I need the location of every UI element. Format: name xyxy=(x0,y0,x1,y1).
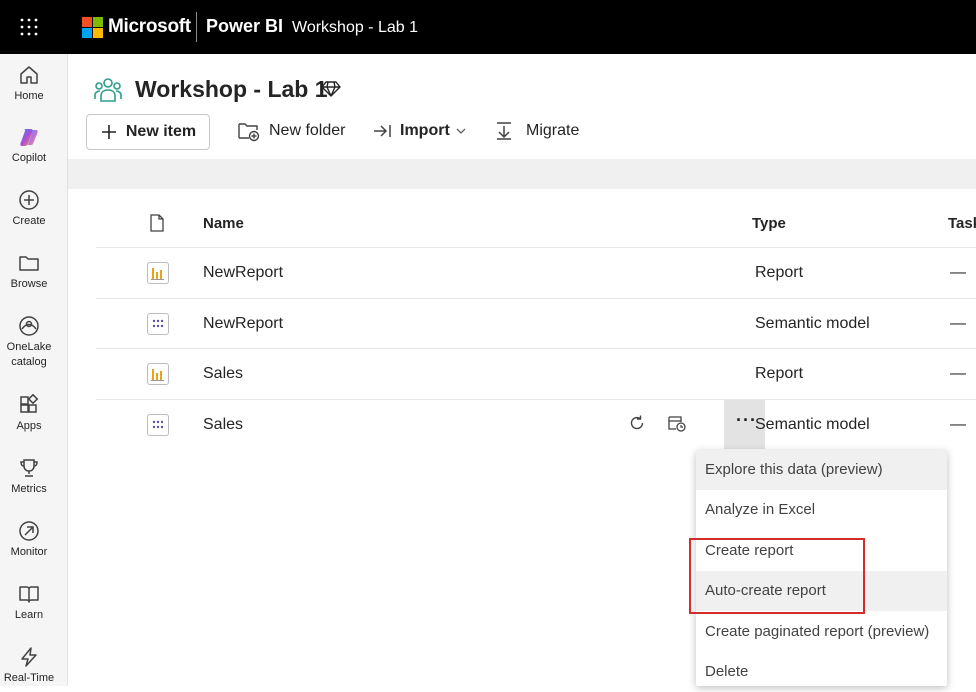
nav-metrics[interactable]: Metrics xyxy=(0,457,58,497)
nav-real-time[interactable]: Real-Time xyxy=(0,646,58,686)
menu-item-analyze-in-excel[interactable]: Analyze in Excel xyxy=(696,490,947,530)
divider xyxy=(196,12,197,42)
item-name[interactable]: NewReport xyxy=(203,264,283,282)
create-icon xyxy=(19,190,39,210)
nav-home[interactable]: Home xyxy=(0,64,58,104)
item-type: Report xyxy=(755,264,804,281)
new-item-label: New item xyxy=(125,123,197,140)
plus-icon xyxy=(101,125,116,139)
toolbar-separator-band xyxy=(68,159,976,189)
nav-label: Real-Time xyxy=(3,672,55,684)
item-type: Report xyxy=(755,365,804,382)
onelake-icon xyxy=(19,316,39,336)
migrate-button[interactable]: Migrate xyxy=(494,114,579,148)
lightning-icon xyxy=(21,647,37,667)
item-name[interactable]: Sales xyxy=(203,416,243,434)
workspace-icon xyxy=(94,78,122,102)
table-row[interactable]: NewReport Semantic model — xyxy=(96,298,976,349)
new-folder-button[interactable]: New folder xyxy=(237,114,345,148)
refresh-icon[interactable] xyxy=(628,414,646,432)
left-nav: Home Copilot Create Browse OneLake catal… xyxy=(0,54,68,686)
monitor-icon xyxy=(19,521,39,541)
nav-label: Learn xyxy=(14,609,44,621)
new-folder-icon xyxy=(238,123,260,142)
menu-item-delete[interactable]: Delete xyxy=(696,652,947,692)
table-row[interactable]: Sales Report — xyxy=(96,348,976,399)
item-task: — xyxy=(950,416,966,433)
folder-icon xyxy=(19,256,39,271)
menu-item-create-paginated-report[interactable]: Create paginated report (preview) xyxy=(696,612,947,652)
report-icon xyxy=(147,262,169,284)
premium-diamond-icon xyxy=(321,81,341,97)
product-name[interactable]: Power BI xyxy=(206,16,283,37)
nav-label: Copilot xyxy=(11,152,47,164)
new-item-button[interactable]: New item xyxy=(86,114,210,150)
nav-onelake-catalog[interactable]: OneLake catalog xyxy=(0,315,58,370)
nav-label: Metrics xyxy=(11,483,47,495)
column-header-task[interactable]: Task xyxy=(948,215,976,232)
file-type-header-icon xyxy=(150,214,164,232)
semantic-model-icon xyxy=(147,313,169,335)
nav-label: Monitor xyxy=(10,546,48,558)
nav-label: Apps xyxy=(16,420,42,432)
column-header-name[interactable]: Name xyxy=(203,215,244,232)
report-icon xyxy=(147,363,169,385)
book-icon xyxy=(19,586,39,603)
trophy-icon xyxy=(20,459,38,477)
nav-apps[interactable]: Apps xyxy=(0,394,58,434)
more-options-icon: ··· xyxy=(736,410,757,430)
brand-name[interactable]: Microsoft xyxy=(108,16,191,38)
item-task: — xyxy=(950,264,966,281)
nav-label: Home xyxy=(14,90,44,102)
item-name[interactable]: Sales xyxy=(203,365,243,383)
import-label: Import xyxy=(400,122,450,139)
nav-learn[interactable]: Learn xyxy=(0,583,58,623)
nav-label: Create xyxy=(12,215,46,227)
nav-copilot[interactable]: Copilot xyxy=(0,126,58,166)
microsoft-logo xyxy=(82,17,103,38)
nav-label: OneLake catalog xyxy=(6,341,52,368)
menu-item-explore-data[interactable]: Explore this data (preview) xyxy=(696,450,947,490)
nav-monitor[interactable]: Monitor xyxy=(0,520,58,560)
breadcrumb-workspace[interactable]: Workshop - Lab 1 xyxy=(292,19,418,37)
apps-icon xyxy=(20,394,39,413)
copilot-icon xyxy=(20,129,38,146)
import-icon xyxy=(374,125,391,137)
page-title: Workshop - Lab 1 xyxy=(135,76,328,102)
item-type: Semantic model xyxy=(755,315,870,332)
item-name[interactable]: NewReport xyxy=(203,315,283,333)
chevron-down-icon xyxy=(456,128,466,134)
migrate-icon xyxy=(497,122,511,140)
new-folder-label: New folder xyxy=(269,122,346,139)
column-header-type[interactable]: Type xyxy=(752,215,786,232)
table-row[interactable]: NewReport Report — xyxy=(96,247,976,298)
item-type: Semantic model xyxy=(755,416,870,433)
semantic-model-icon xyxy=(147,414,169,436)
top-bar: Microsoft Power BI Workshop - Lab 1 xyxy=(0,0,976,54)
table-row[interactable]: Sales ··· Semantic model — xyxy=(96,399,976,450)
migrate-label: Migrate xyxy=(526,122,580,139)
home-icon xyxy=(20,66,38,84)
app-launcher-icon[interactable] xyxy=(20,18,38,36)
import-button[interactable]: Import xyxy=(372,114,467,148)
annotation-highlight-box xyxy=(689,538,865,614)
nav-create[interactable]: Create xyxy=(0,189,58,229)
nav-label: Browse xyxy=(10,278,48,290)
item-task: — xyxy=(950,365,966,382)
schedule-refresh-icon[interactable] xyxy=(667,414,687,432)
item-task: — xyxy=(950,315,966,332)
nav-browse[interactable]: Browse xyxy=(0,252,58,292)
